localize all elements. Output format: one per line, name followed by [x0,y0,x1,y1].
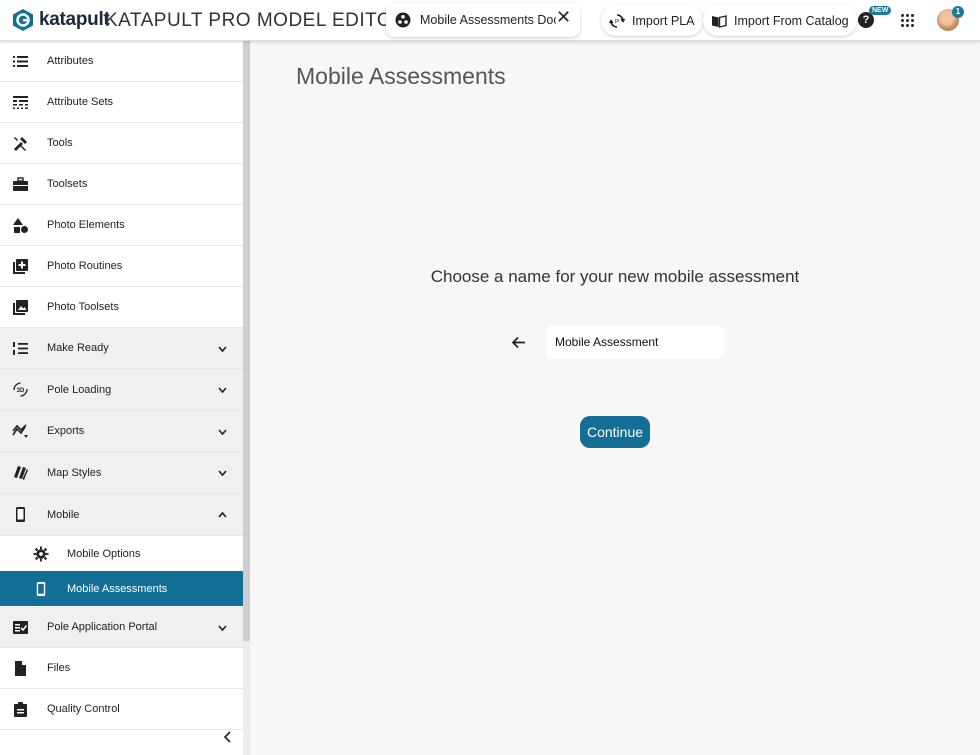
notification-badge: 1 [952,6,964,18]
sidebar-subitem-mobile-assessments[interactable]: Mobile Assessments [0,571,243,606]
import-from-catalog-label: Import From Catalog [734,13,849,28]
sidebar-subitem-mobile-options[interactable]: Mobile Options [0,536,243,571]
import-pla-button[interactable]: P Import PLA [601,5,703,36]
sidebar-item-label: Toolsets [47,178,88,190]
sidebar-item-label: Photo Toolsets [47,301,119,313]
sidebar-item-attributes[interactable]: Attributes [0,41,243,82]
chevron-down-icon[interactable] [216,425,229,438]
svg-text:3D: 3D [17,388,25,394]
sidebar-item-make-ready[interactable]: Make Ready [0,328,243,369]
sidebar-item-attribute-sets[interactable]: Attribute Sets [0,82,243,123]
back-arrow-icon[interactable] [510,334,527,351]
sidebar-item-label: Photo Elements [47,219,125,231]
document-type-icon [395,12,411,28]
document-tab[interactable]: Mobile Assessments Document ✕ [386,3,580,37]
fact-check-icon [13,620,28,634]
import-from-catalog-button[interactable]: Import From Catalog [703,5,857,36]
add-photo-icon [13,258,28,274]
sidebar-item-label: Attributes [47,55,94,67]
sidebar-item-exports[interactable]: Exports [0,411,243,452]
gear-icon [33,545,49,562]
sidebar-item-tools[interactable]: Tools [0,123,243,164]
sidebar-item-quality-control[interactable]: Quality Control [0,689,243,730]
sidebar-item-pole-application-portal[interactable]: Pole Application Portal [0,607,243,648]
clipboard-icon [14,701,27,717]
tools-icon [14,136,27,151]
toolbox-icon [13,176,28,191]
sidebar-item-toolsets[interactable]: Toolsets [0,164,243,205]
sidebar-item-label: Quality Control [47,703,120,715]
list-icon [13,55,28,67]
chevron-down-icon[interactable] [216,383,229,396]
sidebar-item-label: Tools [47,137,73,149]
chevron-down-icon[interactable] [216,342,229,355]
chevron-down-icon[interactable] [216,466,229,479]
shapes-icon [13,217,28,233]
sidebar-item-label: Files [47,662,71,674]
app-title: KATAPULT PRO MODEL EDITOR [105,10,407,31]
assessment-name-prompt: Choose a name for your new mobile assess… [430,267,800,286]
book-icon [712,14,727,28]
new-badge: NEW [869,6,892,15]
assessment-name-input[interactable] [546,325,724,359]
attribute-sets-icon [13,95,28,109]
katapult-logo[interactable]: katapult [11,8,110,32]
phone-icon [36,581,46,596]
close-icon[interactable]: ✕ [556,7,571,28]
document-tab-label: Mobile Assessments Document [420,13,556,27]
sidebar-item-label: Photo Routines [47,260,123,272]
format-list-numbered-icon [13,341,28,355]
sidebar-item-photo-toolsets[interactable]: Photo Toolsets [0,287,243,328]
photo-library-icon [13,299,28,315]
sidebar-item-files[interactable]: Files [0,648,243,689]
sidebar-scrollbar[interactable] [243,41,250,641]
katapult-logo-icon [13,9,33,31]
sidebar-item-label: Pole Application Portal [47,621,158,633]
sidebar-item-label: Map Styles [47,466,102,479]
sidebar-item-label: Attribute Sets [47,96,114,108]
svg-text:P: P [615,19,619,25]
import-pla-label: Import PLA [632,13,695,28]
sidebar-item-map-styles[interactable]: Map Styles [0,452,243,494]
sidebar-item-photo-elements[interactable]: Photo Elements [0,205,243,246]
continue-button[interactable]: Continue [580,416,650,448]
page-title: Mobile Assessments [296,63,506,89]
export-icon [12,423,28,438]
3d-rotation-icon: 3D [13,382,28,397]
sidebar-subitem-label: Mobile Options [67,547,141,560]
sidebar-subitem-label: Mobile Assessments [67,582,168,595]
phone-icon [16,507,25,522]
sidebar-item-pole-loading[interactable]: 3D Pole Loading [0,369,243,411]
app-header: katapult KATAPULT PRO MODEL EDITOR Mobil… [0,0,980,41]
sync-icon: P [609,13,625,28]
collapse-sidebar-icon[interactable] [220,729,236,745]
sidebar-item-label: Make Ready [47,342,109,354]
chevron-up-icon[interactable] [216,508,229,521]
logo-text: katapult [39,9,110,30]
sidebar-item-photo-routines[interactable]: Photo Routines [0,246,243,287]
sidebar-item-label: Pole Loading [47,383,112,396]
apps-grid-icon[interactable] [901,14,914,27]
sidebar-item-mobile[interactable]: Mobile [0,494,243,536]
sidebar-item-label: Mobile [47,508,80,521]
file-icon [15,660,26,676]
map-styles-icon [14,466,28,480]
sidebar-item-label: Exports [47,425,85,437]
chevron-down-icon[interactable] [216,621,229,634]
